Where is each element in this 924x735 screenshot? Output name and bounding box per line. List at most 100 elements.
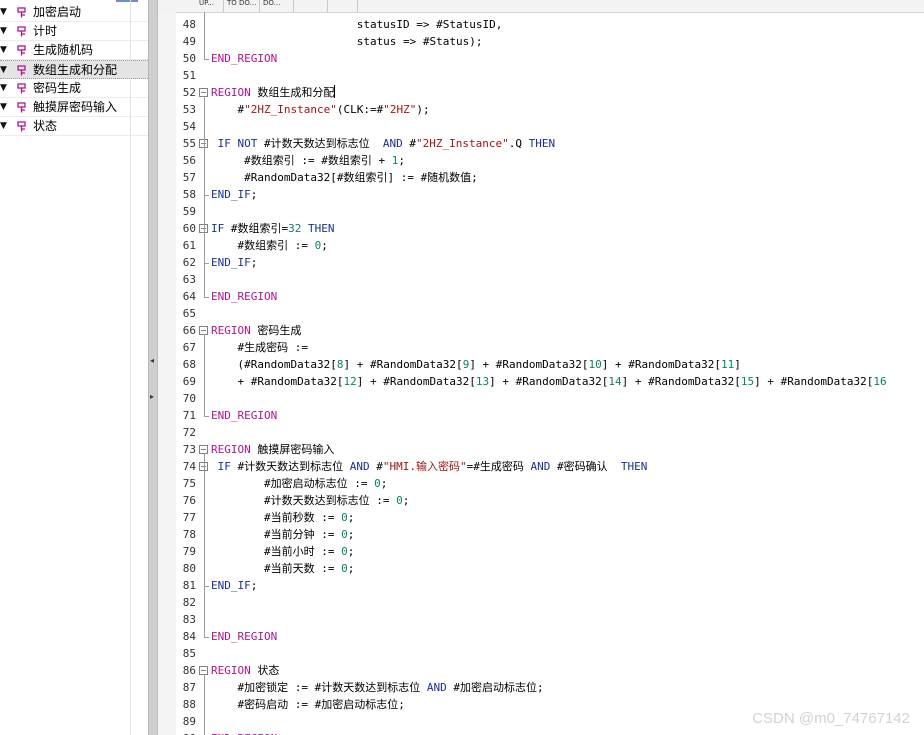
expand-arrow-icon[interactable]: ▼ [0, 5, 7, 19]
code-text: statusID => #StatusID, [211, 18, 503, 31]
code-line[interactable]: 86− REGION 状态 [158, 662, 924, 679]
code-line[interactable]: 84 END_REGION [158, 628, 924, 645]
line-number: 69 [182, 375, 196, 388]
code-line[interactable]: 63 [158, 271, 924, 288]
code-line[interactable]: 53 #"2HZ_Instance"(CLK:=#"2HZ"); [158, 101, 924, 118]
code-line[interactable]: 56 #数组索引 := #数组索引 + 1; [158, 152, 924, 169]
line-number: 64 [182, 290, 196, 303]
column-header-1[interactable]: UP... [196, 0, 224, 12]
tree-item-label: 计时 [33, 24, 58, 38]
code-line[interactable]: 62 END_IF; [158, 254, 924, 271]
code-line[interactable]: 49 status => #Status); [158, 33, 924, 50]
code-line[interactable]: 83 [158, 611, 924, 628]
code-line[interactable]: 60−IF #数组索引=32 THEN [158, 220, 924, 237]
expand-arrow-icon[interactable]: ▼ [0, 119, 7, 133]
panel-splitter[interactable]: ◂ ▸ [148, 0, 158, 735]
fold-guide-line [204, 334, 205, 416]
line-number: 62 [182, 256, 196, 269]
fold-guide-line [204, 232, 205, 263]
code-text: END_REGION [211, 290, 278, 303]
tree-item[interactable]: ▼ 触摸屏密码输入 [0, 98, 148, 117]
line-number: 84 [182, 630, 196, 643]
code-line[interactable]: 75 #加密启动标志位 := 0; [158, 475, 924, 492]
code-line[interactable]: 57 #RandomData32[#数组索引] := #随机数值; [158, 169, 924, 186]
code-line[interactable]: 79 #当前小时 := 0; [158, 543, 924, 560]
code-line[interactable]: 81 END_IF; [158, 577, 924, 594]
code-line[interactable]: 69 + #RandomData32[12] + #RandomData32[1… [158, 373, 924, 390]
line-number: 85 [182, 647, 196, 660]
code-text: REGION 数组生成和分配 [211, 85, 336, 99]
expand-arrow-icon[interactable]: ▼ [0, 100, 7, 114]
code-line[interactable]: 68 (#RandomData32[8] + #RandomData32[9] … [158, 356, 924, 373]
line-number: 83 [182, 613, 196, 626]
column-header-5[interactable] [328, 0, 358, 12]
column-header-4[interactable] [294, 0, 328, 12]
code-text: IF #数组索引=32 THEN [211, 222, 335, 235]
code-line[interactable]: 66− REGION 密码生成 [158, 322, 924, 339]
code-line[interactable]: 50 END_REGION [158, 50, 924, 67]
line-number: 56 [182, 154, 196, 167]
column-header-2[interactable]: TO DO... [224, 0, 260, 12]
expand-arrow-icon[interactable]: ▼ [0, 43, 7, 57]
line-number: 53 [182, 103, 196, 116]
tree-item-label: 加密启动 [33, 5, 82, 19]
code-text: REGION 密码生成 [211, 324, 302, 337]
code-text: #加密锁定 := #计数天数达到标志位 AND #加密启动标志位; [211, 681, 544, 694]
line-number: 61 [182, 239, 196, 252]
tree-item[interactable]: ▼ 计时 [0, 22, 148, 41]
code-line[interactable]: 67 #生成密码 := [158, 339, 924, 356]
code-line[interactable]: 74− IF #计数天数达到标志位 AND #"HMI.输入密码"=#生成密码 … [158, 458, 924, 475]
code-line[interactable]: 90 END_REGION [158, 730, 924, 735]
code-line[interactable]: 71 END_REGION [158, 407, 924, 424]
expand-arrow-icon[interactable]: ▼ [0, 24, 7, 38]
collapse-left-arrow-icon[interactable]: ◂ [150, 356, 154, 366]
fold-guide-line [204, 96, 205, 297]
fold-guide-end [204, 263, 209, 264]
code-line[interactable]: 64 END_REGION [158, 288, 924, 305]
code-text: IF NOT #计数天数达到标志位 AND #"2HZ_Instance".Q … [217, 137, 556, 150]
fold-guide-line [204, 147, 205, 195]
line-number: 66 [182, 324, 196, 337]
code-line[interactable]: 65 [158, 305, 924, 322]
code-line[interactable]: 76 #计数天数达到标志位 := 0; [158, 492, 924, 509]
code-line[interactable]: 54 [158, 118, 924, 135]
fold-guide-line [204, 674, 205, 735]
code-line[interactable]: 55− IF NOT #计数天数达到标志位 AND #"2HZ_Instance… [158, 135, 924, 152]
code-line[interactable]: 59 [158, 203, 924, 220]
tree-item-label: 状态 [33, 119, 58, 133]
code-line[interactable]: 85 [158, 645, 924, 662]
code-line[interactable]: 61 #数组索引 := 0; [158, 237, 924, 254]
line-number: 78 [182, 528, 196, 541]
tree-item[interactable]: ▼ 密码生成 [0, 79, 148, 98]
tree-item[interactable]: ▼ 状态 [0, 117, 148, 136]
line-number: 76 [182, 494, 196, 507]
tree-item[interactable]: ▼ 生成随机码 [0, 41, 148, 60]
expand-arrow-icon[interactable]: ▼ [0, 81, 7, 95]
expand-right-arrow-icon[interactable]: ▸ [150, 392, 154, 402]
code-line[interactable]: 73− REGION 触摸屏密码输入 [158, 441, 924, 458]
column-header-3[interactable]: DO... [260, 0, 294, 12]
code-line[interactable]: 58 END_IF; [158, 186, 924, 203]
code-text: END_REGION [211, 730, 277, 735]
code-text: END_IF; [211, 256, 258, 269]
code-line[interactable]: 51 [158, 67, 924, 84]
expand-arrow-icon[interactable]: ▼ [0, 63, 7, 77]
code-line[interactable]: 80 #当前天数 := 0; [158, 560, 924, 577]
code-editor[interactable]: 48 statusID => #StatusID, 49 status => #S… [158, 12, 924, 735]
tree-item[interactable]: ▼ 数组生成和分配 [0, 60, 148, 79]
line-number: 74 [182, 460, 196, 473]
code-line[interactable]: 72 [158, 424, 924, 441]
code-line[interactable]: 77 #当前秒数 := 0; [158, 509, 924, 526]
tree-item[interactable]: ▼ 加密启动 [0, 3, 148, 22]
code-line[interactable]: 78 #当前分钟 := 0; [158, 526, 924, 543]
code-line[interactable]: 52− REGION 数组生成和分配 [158, 84, 924, 101]
line-number: 87 [182, 681, 196, 694]
line-number: 54 [182, 120, 196, 133]
line-number: 57 [182, 171, 196, 184]
code-line[interactable]: 70 [158, 390, 924, 407]
code-line[interactable]: 87 #加密锁定 := #计数天数达到标志位 AND #加密启动标志位; [158, 679, 924, 696]
line-number: 50 [182, 52, 196, 65]
fold-guide-end [204, 416, 209, 417]
code-line[interactable]: 48 statusID => #StatusID, [158, 16, 924, 33]
code-line[interactable]: 82 [158, 594, 924, 611]
